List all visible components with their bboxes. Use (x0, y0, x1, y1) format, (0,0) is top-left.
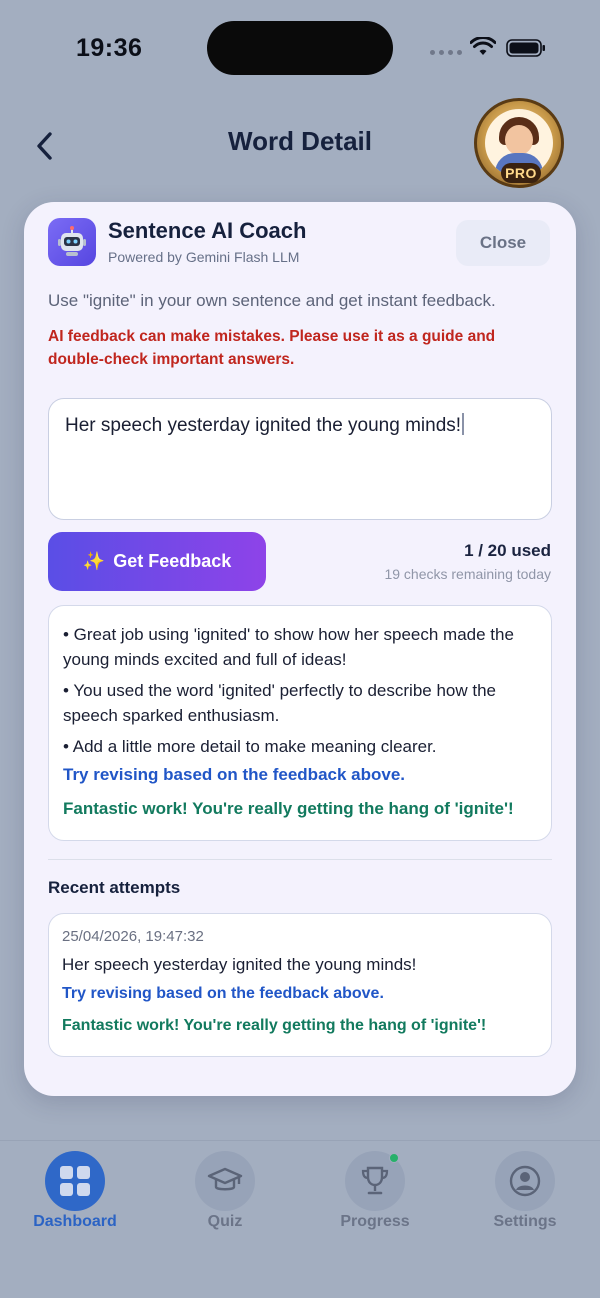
checks-remaining: 19 checks remaining today (384, 566, 551, 582)
status-time: 19:36 (76, 34, 143, 62)
battery-icon (506, 39, 545, 57)
usage-count: 1 / 20 used (464, 541, 551, 560)
nav-settings[interactable]: Settings (460, 1151, 590, 1231)
attempt-revise-hint: Try revising based on the feedback above… (62, 985, 384, 1002)
attempt-praise: Fantastic work! You're really getting th… (62, 1017, 487, 1034)
divider (48, 859, 552, 860)
feedback-panel: • Great job using 'ignited' to show how … (48, 605, 552, 841)
feedback-revise-hint: Try revising based on the feedback above… (63, 765, 406, 784)
text-caret (462, 413, 465, 435)
sentence-input-value: Her speech yesterday ignited the young m… (65, 415, 462, 436)
get-feedback-button[interactable]: ✨ Get Feedback (48, 532, 266, 591)
avatar[interactable]: PRO (474, 98, 564, 188)
nav-dashboard[interactable]: Dashboard (10, 1151, 140, 1231)
nav-progress-label: Progress (340, 1213, 410, 1230)
nav-dashboard-label: Dashboard (33, 1213, 117, 1230)
feedback-point: • You used the word 'ignited' perfectly … (63, 681, 496, 725)
feedback-point: • Add a little more detail to make meani… (63, 737, 437, 756)
recent-attempts-title: Recent attempts (48, 878, 181, 897)
trophy-icon (345, 1151, 405, 1211)
nav-quiz-label: Quiz (207, 1213, 243, 1230)
grid-icon (45, 1151, 105, 1211)
sentence-input[interactable]: Her speech yesterday ignited the young m… (48, 398, 552, 520)
status-bar: 19:36 (0, 0, 600, 96)
graduation-cap-icon (195, 1151, 255, 1211)
bottom-nav: Dashboard Quiz Progress Settings (0, 1140, 600, 1298)
attempt-sentence: Her speech yesterday ignited the young m… (62, 955, 417, 974)
wifi-icon (470, 37, 496, 55)
dynamic-island (207, 21, 393, 75)
attempt-timestamp: 25/04/2026, 19:47:32 (62, 928, 204, 945)
sentence-coach-modal: Sentence AI Coach Powered by Gemini Flas… (24, 202, 576, 1096)
coach-title: Sentence AI Coach (108, 218, 307, 243)
user-circle-icon (495, 1151, 555, 1211)
attempt-card: 25/04/2026, 19:47:32 Her speech yesterda… (48, 913, 552, 1057)
instruction-text: Use "ignite" in your own sentence and ge… (48, 291, 496, 310)
nav-progress[interactable]: Progress (310, 1151, 440, 1231)
sparkle-icon: ✨ (82, 551, 106, 571)
get-feedback-label: Get Feedback (113, 551, 232, 571)
robot-icon (48, 218, 96, 266)
notification-dot (389, 1153, 399, 1163)
signal-icon (430, 50, 462, 55)
close-button[interactable]: Close (456, 220, 550, 266)
ai-disclaimer: AI feedback can make mistakes. Please us… (48, 328, 496, 368)
coach-subtitle: Powered by Gemini Flash LLM (108, 249, 300, 265)
nav-settings-label: Settings (493, 1213, 557, 1230)
feedback-praise: Fantastic work! You're really getting th… (63, 799, 514, 818)
feedback-point: • Great job using 'ignited' to show how … (63, 625, 514, 669)
nav-quiz[interactable]: Quiz (160, 1151, 290, 1231)
pro-badge: PRO (501, 163, 541, 183)
